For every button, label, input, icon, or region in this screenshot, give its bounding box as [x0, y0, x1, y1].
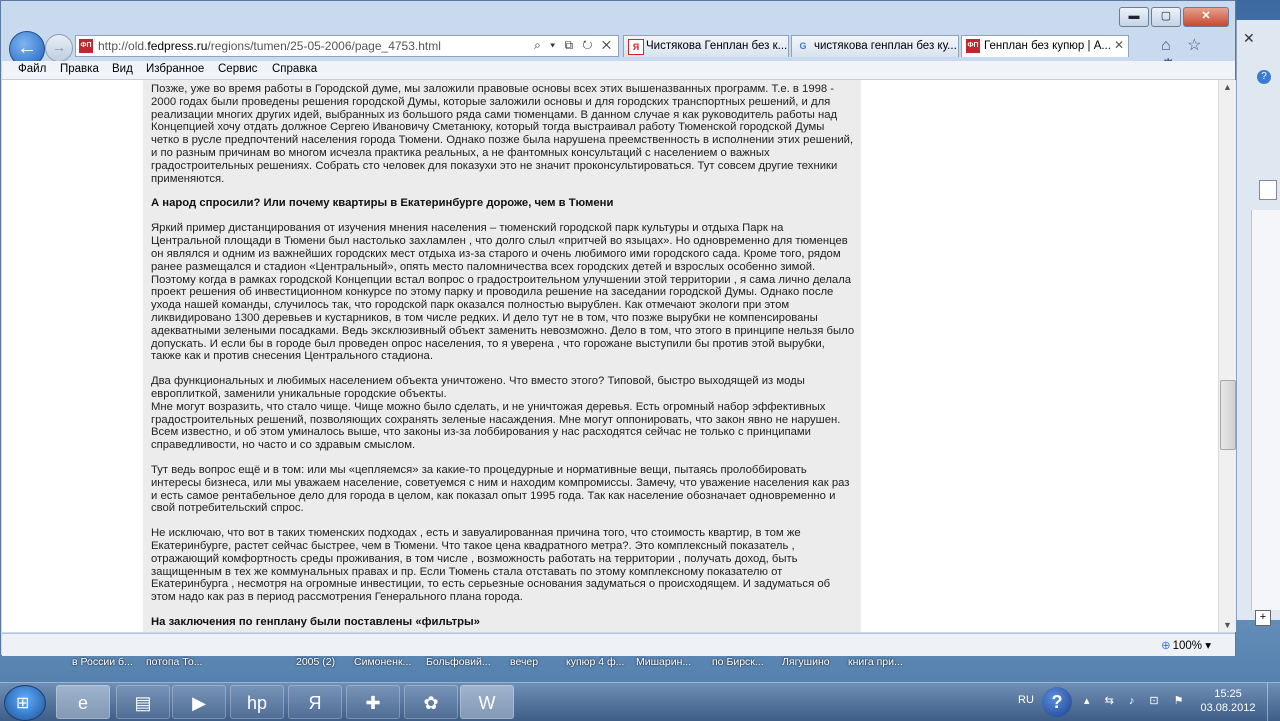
menu-file[interactable]: Файл [18, 63, 46, 75]
site-favicon-icon: ФП [966, 39, 980, 53]
background-window[interactable]: ✕ ? + [1236, 20, 1280, 626]
scroll-thumb[interactable] [1220, 380, 1236, 450]
menu-bar: Файл Правка Вид Избранное Сервис Справка [2, 61, 1235, 80]
taskbar-app-icon[interactable]: ✿ [404, 685, 458, 719]
taskbar-explorer-icon[interactable]: ▤ [116, 685, 170, 719]
taskbar: ⊞ e ▤ ▶ hp Я ✚ ✿ W RU ? ▴ ⇆ ♪ ⊡ ⚑ 15:25 … [0, 682, 1280, 721]
clock[interactable]: 15:25 03.08.2012 [1200, 687, 1256, 715]
article-paragraph: Не исключаю, что вот в таких тюменских п… [151, 527, 831, 604]
taskbar-media-icon[interactable]: ▶ [172, 685, 226, 719]
desktop-icon-label[interactable]: в России б... [72, 656, 133, 668]
start-button[interactable]: ⊞ [4, 685, 46, 721]
show-desktop-button[interactable] [1267, 683, 1280, 721]
page-content: Позже, уже во время работы в Городской д… [2, 80, 1218, 632]
google-icon: G [799, 41, 807, 51]
address-actions-icon[interactable]: ⌕ ▾ ⧉ ↻ ✕ [534, 38, 614, 53]
tab-label: чистякова генплан без ку... [814, 40, 957, 52]
menu-help[interactable]: Справка [272, 63, 317, 75]
tab-google-search[interactable]: G чистякова генплан без ку... [791, 35, 959, 57]
site-favicon-icon: ФП [79, 39, 93, 53]
article: Позже, уже во время работы в Городской д… [143, 80, 861, 632]
menu-view[interactable]: Вид [112, 63, 133, 75]
tray-icons[interactable]: ▴ ⇆ ♪ ⊡ ⚑ [1084, 694, 1190, 707]
taskbar-yandex-icon[interactable]: Я [288, 685, 342, 719]
desktop-icon-label[interactable]: вечер [510, 656, 538, 668]
desktop-icon-label[interactable]: Больфовий... [426, 656, 491, 668]
zoom-control[interactable]: ⊕ 100% ▾ [1161, 638, 1211, 652]
tab-label: Чистякова Генплан без к... [646, 40, 788, 52]
address-bar[interactable]: ФП http://old.fedpress.ru/regions/tumen/… [75, 35, 619, 57]
menu-edit[interactable]: Правка [60, 63, 99, 75]
desktop-icon-label[interactable]: Лягушино [782, 656, 830, 668]
desktop-icon-label[interactable]: 2005 (2) [296, 656, 335, 668]
status-bar: ⊕ 100% ▾ [2, 633, 1235, 656]
scroll-up-icon[interactable]: ▲ [1223, 82, 1232, 92]
address-url[interactable]: http://old.fedpress.ru/regions/tumen/25-… [98, 39, 441, 53]
close-tab-icon[interactable]: ✕ [1114, 38, 1124, 52]
minimize-button[interactable]: ▬ [1119, 7, 1149, 27]
desktop-icon-label[interactable]: Мишарин... [636, 656, 691, 668]
taskbar-app-icon[interactable]: ✚ [346, 685, 400, 719]
desktop-icon-label[interactable]: купюр 4 ф... [566, 656, 624, 668]
tab-yandex-search[interactable]: Я Чистякова Генплан без к... [623, 35, 789, 57]
system-tray: RU ? ▴ ⇆ ♪ ⊡ ⚑ 15:25 03.08.2012 [1010, 683, 1280, 721]
help-icon[interactable]: ? [1042, 687, 1072, 717]
yandex-icon: Я [628, 39, 644, 55]
article-heading: А народ спросили? Или почему квартиры в … [151, 197, 614, 210]
title-bar[interactable]: ▬ ▢ ✕ [1, 1, 1237, 29]
plus-icon[interactable]: + [1255, 610, 1271, 626]
zoom-icon: ⊕ [1160, 640, 1171, 652]
window-controls: ▬ ▢ ✕ [1119, 7, 1229, 27]
desktop-icon-label[interactable]: Симоненк... [354, 656, 411, 668]
desktop-icon-label[interactable]: книга при... [848, 656, 903, 668]
tab-label: Генплан без купюр | А... [984, 40, 1111, 52]
article-heading: На заключения по генплану были поставлен… [151, 615, 480, 628]
maximize-button[interactable]: ▢ [1151, 7, 1181, 27]
taskbar-ie-icon[interactable]: e [56, 685, 110, 719]
scroll-down-icon[interactable]: ▼ [1223, 620, 1232, 630]
article-paragraph: Два функциональных и любимых населением … [151, 375, 841, 452]
windows-logo-icon: ⊞ [16, 695, 30, 712]
browser-window: ▬ ▢ ✕ ← → ФП http://old.fedpress.ru/regi… [0, 0, 1236, 656]
close-button[interactable]: ✕ [1183, 7, 1229, 27]
close-icon[interactable]: ✕ [1243, 30, 1255, 47]
side-panel [1251, 210, 1280, 610]
article-paragraph: Яркий пример дистанцирования от изучения… [151, 222, 855, 363]
language-indicator[interactable]: RU [1018, 694, 1034, 706]
article-paragraph: Позже, уже во время работы в Городской д… [151, 83, 854, 185]
desktop-icon-labels: в России б... потопа То... 2005 (2) Симо… [0, 656, 1236, 670]
desktop-icon-label[interactable]: по Бирск... [712, 656, 764, 668]
menu-favorites[interactable]: Избранное [146, 63, 204, 75]
taskbar-hp-icon[interactable]: hp [230, 685, 284, 719]
vertical-scrollbar[interactable]: ▲ ▼ [1218, 80, 1236, 632]
tab-active-article[interactable]: ФП Генплан без купюр | А... ✕ [961, 35, 1129, 57]
menu-tools[interactable]: Сервис [218, 63, 257, 75]
article-paragraph: Тут ведь вопрос ещё и в том: или мы «цеп… [151, 463, 850, 515]
desktop-icon-label[interactable]: потопа То... [146, 656, 202, 668]
document-icon [1259, 180, 1277, 200]
forward-button[interactable]: → [45, 34, 73, 62]
help-icon[interactable]: ? [1257, 70, 1271, 84]
taskbar-word-icon[interactable]: W [460, 685, 514, 719]
